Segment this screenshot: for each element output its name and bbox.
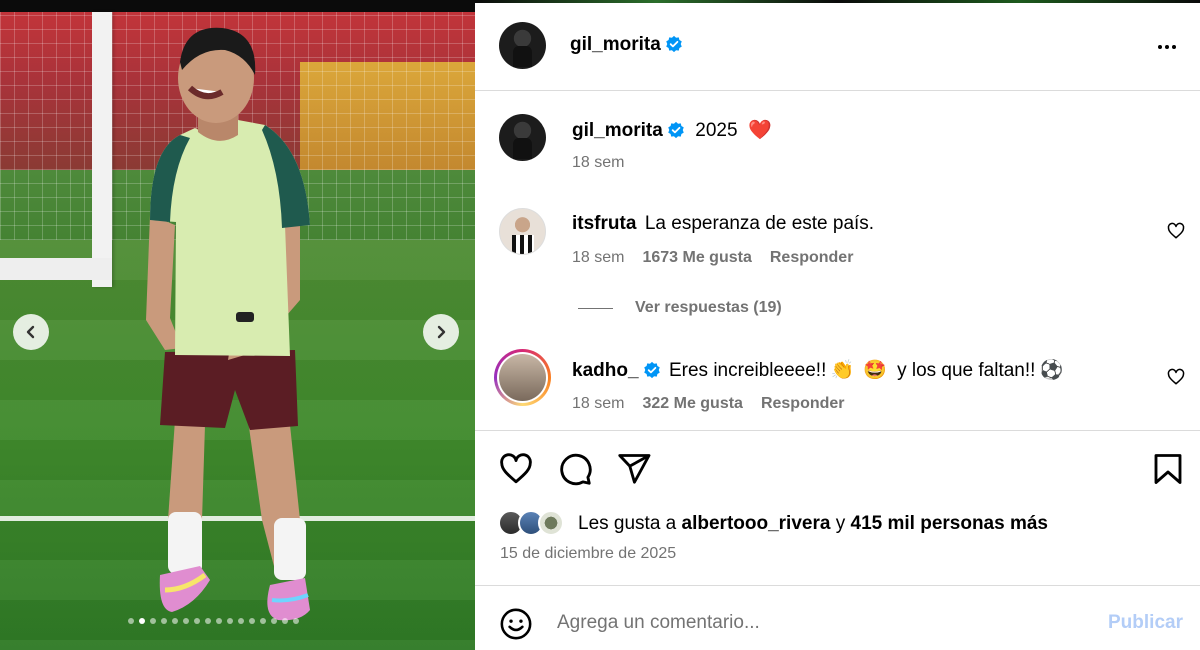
carousel-dot [282,618,288,624]
comment-meta: 18 sem 1673 Me gusta Responder [572,249,853,267]
carousel-dot [194,618,200,624]
caption-time: 18 sem [572,154,625,171]
star-struck-emoji: 🤩 [862,360,887,381]
carousel-dot [205,618,211,624]
view-replies-button[interactable]: Ver respuestas (19) [578,299,782,317]
reply-button[interactable]: Responder [761,395,845,413]
clapping-emoji: 👏 [830,360,855,381]
comment-text-continued: y los que faltan!! [897,360,1036,381]
chevron-left-icon [26,325,35,339]
comment-row: itsfruta La esperanza de este país. 18 s… [475,207,1200,287]
comment-composer: Publicar [475,585,1200,650]
carousel-dot [183,618,189,624]
like-comment-heart-icon[interactable] [1167,368,1185,386]
liked-by-avatars[interactable] [498,510,564,536]
replies-divider [578,307,613,309]
author-username[interactable]: gil_morita [570,34,661,55]
author-name-block: gil_morita [570,34,683,56]
chevron-right-icon [437,325,446,339]
likes-prefix: Les gusta a [578,513,677,534]
carousel-dot [139,618,145,624]
reply-button[interactable]: Responder [770,249,854,267]
carousel-dot [128,618,134,624]
post-panel: gil_morita gil_morita 2025 ❤️ 18 sem its… [475,0,1200,650]
likes-joiner: y [835,513,846,534]
carousel-dot [216,618,222,624]
post-actions: Les gusta a albertooo_rivera y 415 mil p… [475,430,1200,585]
likes-count-link[interactable]: 415 mil personas más [851,513,1049,534]
carousel-dot [249,618,255,624]
liked-by-username[interactable]: albertooo_rivera [682,513,831,534]
carousel-dot [227,618,233,624]
comment-time: 18 sem [572,249,625,266]
like-heart-icon[interactable] [498,451,534,487]
author-avatar[interactable] [499,22,546,69]
caption-meta: 18 sem [572,154,624,172]
emoji-picker-icon[interactable] [499,607,533,641]
verified-badge-icon [668,121,684,139]
carousel-dot [238,618,244,624]
commenter-username[interactable]: itsfruta [572,213,636,234]
caption-username[interactable]: gil_morita [572,120,663,141]
caption-line: gil_morita 2025 ❤️ [572,118,772,142]
player-figure [146,27,310,621]
caption-row: gil_morita 2025 ❤️ 18 sem [475,112,1200,172]
comment-row: kadho_ Eres increibleeee!! 👏 🤩 y los que… [475,349,1200,429]
caption-text: 2025 [695,120,738,141]
more-options-icon[interactable] [1152,32,1182,62]
comment-input[interactable] [557,608,1077,638]
carousel-dot [260,618,266,624]
carousel-dot [293,618,299,624]
caption-avatar[interactable] [499,114,546,161]
comment-bubble-icon[interactable] [557,451,593,487]
save-bookmark-icon[interactable] [1150,451,1186,487]
comment-likes[interactable]: 322 Me gusta [642,395,742,413]
carousel-dot [172,618,178,624]
share-send-icon[interactable] [616,451,652,487]
comment-meta: 18 sem 322 Me gusta Responder [572,395,845,413]
carousel-prev-button[interactable] [13,314,49,350]
liked-by-avatar [538,510,564,536]
comment-likes[interactable]: 1673 Me gusta [642,249,751,267]
comment-text: La esperanza de este país. [644,213,875,234]
carousel-indicator [128,618,299,624]
view-replies-label: Ver respuestas (19) [635,299,782,316]
comment-text: Eres increibleeee!! [668,360,827,381]
commenter-username[interactable]: kadho_ [572,360,639,381]
comment-line: kadho_ Eres increibleeee!! 👏 🤩 y los que… [572,358,1064,382]
soccer-ball-emoji: ⚽ [1039,360,1064,381]
likes-summary: Les gusta a albertooo_rivera y 415 mil p… [578,513,1048,535]
publish-comment-button[interactable]: Publicar [1108,612,1183,634]
commenter-avatar-story-ring[interactable] [494,349,551,406]
commenter-avatar[interactable] [499,208,546,255]
post-header: gil_morita [475,0,1200,91]
verified-badge-icon [666,35,682,53]
comment-time: 18 sem [572,395,625,412]
caption-heart-emoji: ❤️ [748,120,772,141]
carousel-dot [150,618,156,624]
post-photo [0,0,475,650]
carousel-dot [161,618,167,624]
carousel-next-button[interactable] [423,314,459,350]
post-date[interactable]: 15 de diciembre de 2025 [500,545,676,563]
comment-line: itsfruta La esperanza de este país. [572,213,874,235]
verified-badge-icon [643,361,660,379]
like-comment-heart-icon[interactable] [1167,222,1185,240]
carousel-dot [271,618,277,624]
